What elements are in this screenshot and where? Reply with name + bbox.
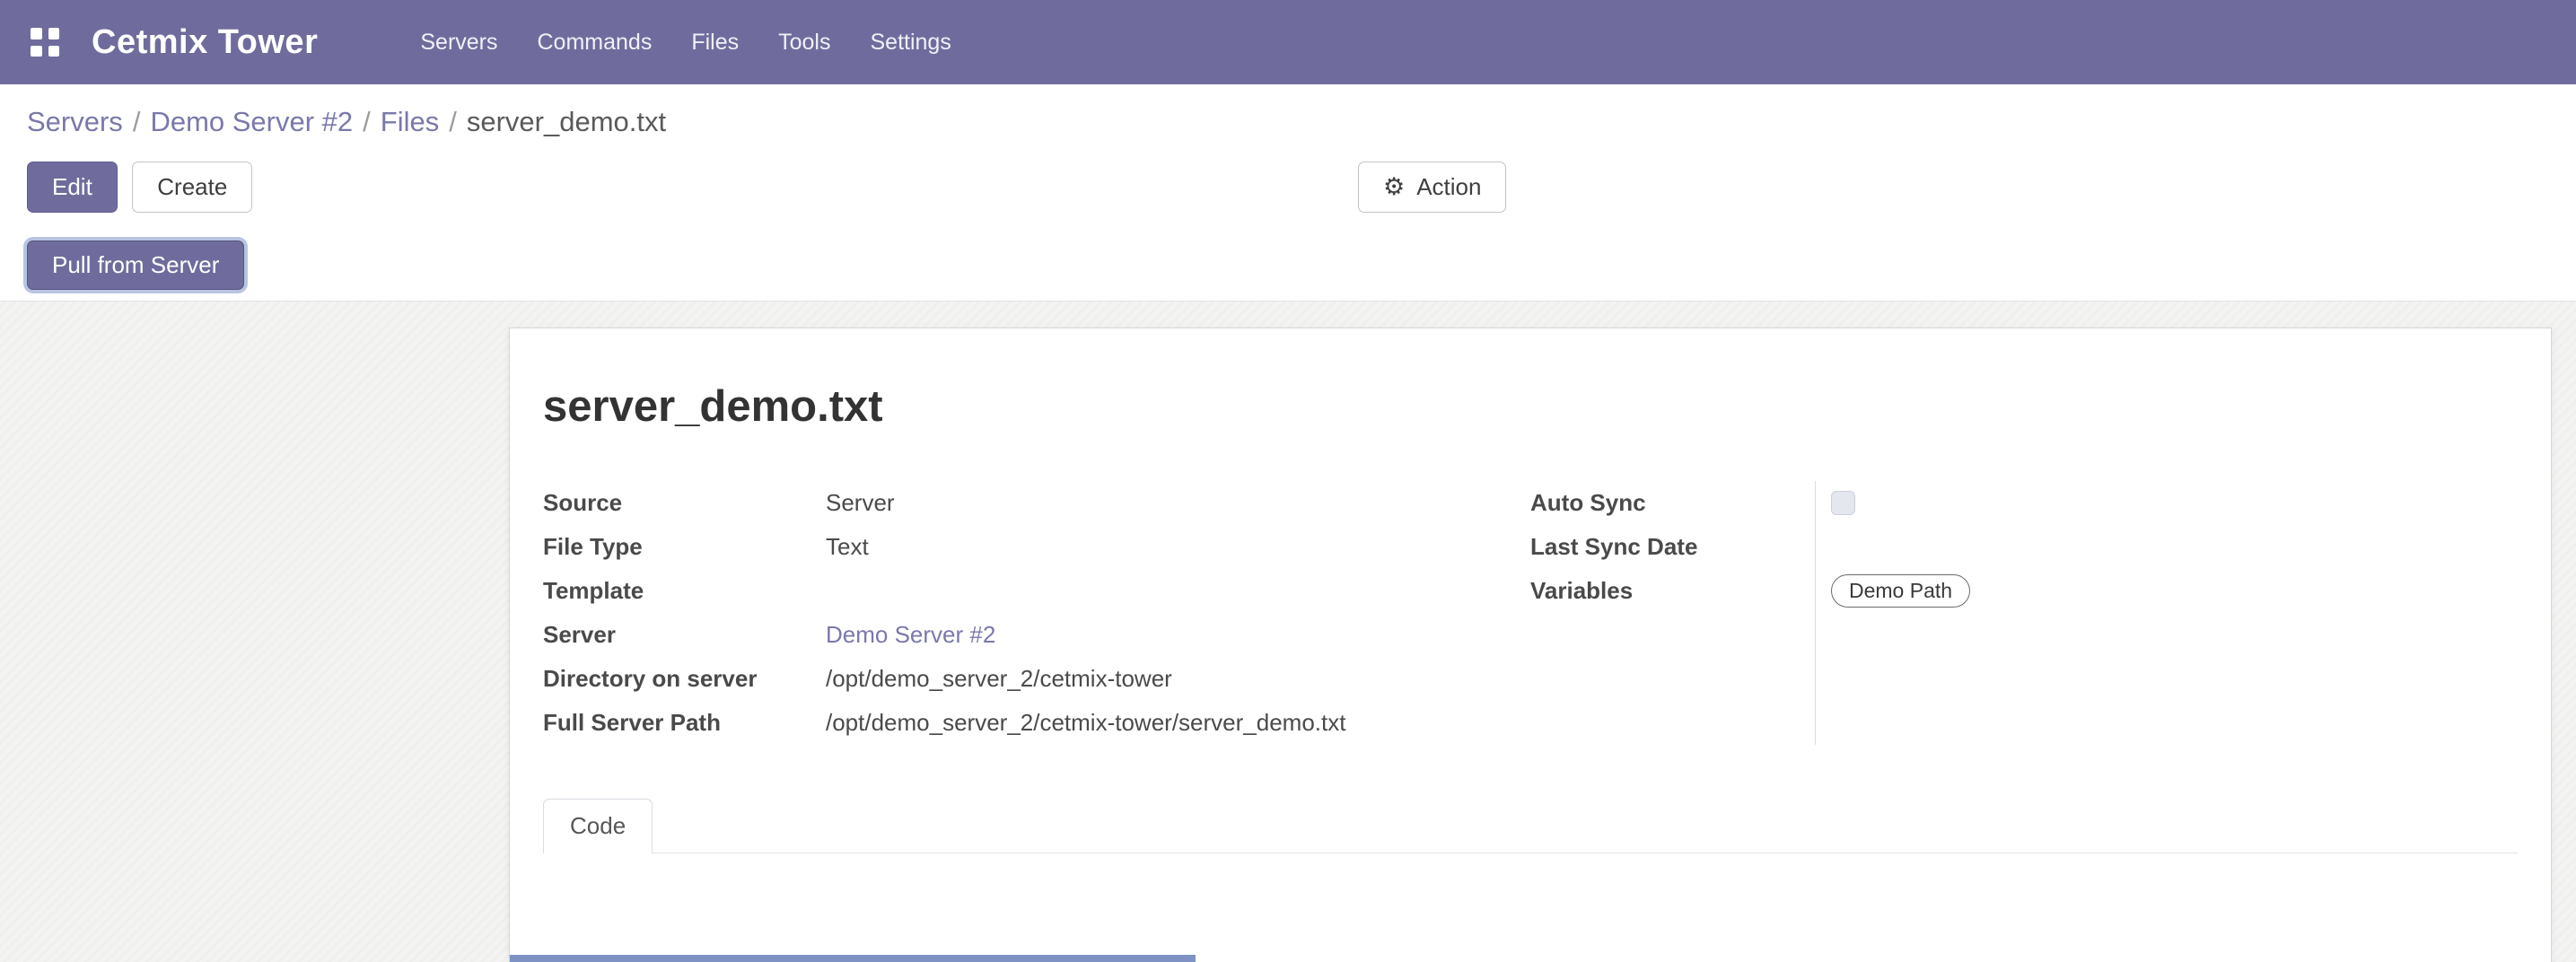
auto-sync-checkbox[interactable] (1831, 491, 1855, 515)
field-label-auto-sync: Auto Sync (1530, 481, 1815, 525)
breadcrumb-servers[interactable]: Servers (27, 106, 123, 137)
variable-tag-demo-path[interactable]: Demo Path (1831, 574, 1970, 608)
field-group-right: Auto Sync Last Sync Date Variables Demo … (1530, 481, 2518, 745)
field-value-server-link[interactable]: Demo Server #2 (826, 621, 1530, 649)
top-navbar: Cetmix Tower Servers Commands Files Tool… (0, 0, 2576, 84)
right-group-labels: Auto Sync Last Sync Date Variables (1530, 481, 1815, 745)
breadcrumb-separator: / (439, 106, 467, 137)
breadcrumb-files[interactable]: Files (381, 106, 439, 137)
menu-servers[interactable]: Servers (418, 24, 499, 61)
field-value-full-path: /opt/demo_server_2/cetmix-tower/server_d… (826, 709, 1530, 737)
apps-grid-square (31, 46, 42, 57)
field-value-directory: /opt/demo_server_2/cetmix-tower (826, 665, 1530, 693)
pull-from-server-button[interactable]: Pull from Server (27, 240, 244, 290)
field-label-server: Server (543, 621, 826, 649)
field-value-file-type: Text (826, 533, 1530, 561)
menu-settings[interactable]: Settings (869, 24, 953, 61)
statusbar: Pull from Server (27, 240, 2549, 297)
field-label-directory: Directory on server (543, 665, 826, 693)
breadcrumb-separator: / (353, 106, 381, 137)
apps-grid-square (31, 28, 42, 39)
menu-files[interactable]: Files (689, 24, 740, 61)
breadcrumb-separator: / (123, 106, 151, 137)
breadcrumb: Servers/Demo Server #2/Files/server_demo… (27, 102, 2549, 142)
field-label-source: Source (543, 489, 826, 517)
field-group-left: Source Server File Type Text Template Se… (543, 481, 1530, 745)
code-editor-highlight-sliver (510, 955, 1196, 962)
record-title: server_demo.txt (543, 380, 2518, 433)
notebook-tabs: Code (543, 799, 2518, 853)
breadcrumb-demo-server[interactable]: Demo Server #2 (150, 106, 353, 137)
field-label-template: Template (543, 577, 826, 605)
breadcrumb-current-file: server_demo.txt (467, 106, 666, 137)
create-button[interactable]: Create (132, 162, 252, 213)
field-label-file-type: File Type (543, 533, 826, 561)
button-row: Edit Create ⚙ Action (27, 162, 2549, 213)
menu-commands[interactable]: Commands (536, 24, 654, 61)
right-group-values: Demo Path (1815, 481, 2518, 745)
form-view-area: server_demo.txt Source Server File Type … (0, 302, 2576, 962)
edit-button[interactable]: Edit (27, 162, 118, 213)
brand-title[interactable]: Cetmix Tower (92, 23, 318, 62)
field-label-full-path: Full Server Path (543, 709, 826, 737)
field-value-source: Server (826, 489, 1530, 517)
apps-grid-icon[interactable] (31, 28, 59, 57)
control-panel: Servers/Demo Server #2/Files/server_demo… (0, 84, 2576, 302)
gear-icon: ⚙ (1383, 175, 1405, 199)
page: Cetmix Tower Servers Commands Files Tool… (0, 0, 2576, 962)
action-button-label: Action (1416, 173, 1481, 201)
field-label-last-sync-date: Last Sync Date (1530, 525, 1815, 569)
apps-grid-square (48, 46, 60, 57)
menu-tools[interactable]: Tools (776, 24, 832, 61)
tab-code[interactable]: Code (543, 799, 653, 853)
field-label-variables: Variables (1530, 569, 1815, 613)
navbar-menus: Servers Commands Files Tools Settings (418, 24, 952, 61)
action-button[interactable]: ⚙ Action (1358, 162, 1506, 213)
apps-grid-square (48, 28, 60, 39)
field-groups: Source Server File Type Text Template Se… (543, 481, 2518, 745)
form-sheet: server_demo.txt Source Server File Type … (509, 328, 2552, 962)
